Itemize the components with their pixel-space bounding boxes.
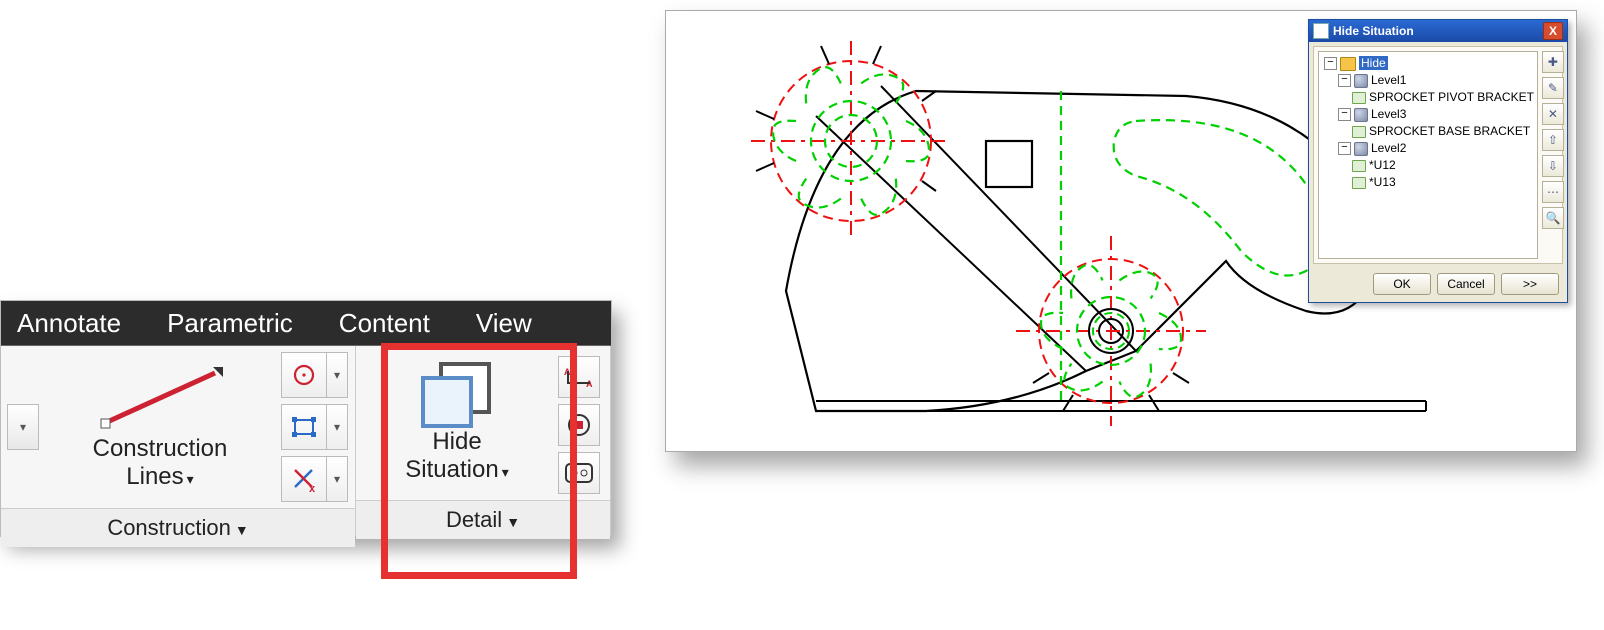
level-icon [1354,74,1368,88]
tab-parametric[interactable]: Parametric [157,308,303,339]
dialog-button-row: OK Cancel >> [1309,268,1567,302]
construction-lines-label-2: Lines [126,463,183,490]
hide-situation-label-2: Situation [405,456,498,483]
dialog-title-text: Hide Situation [1333,24,1414,38]
part-icon [1352,126,1366,138]
tree-item[interactable]: SPROCKET PIVOT BRACKET [1369,90,1534,104]
panel-title-construction-label: Construction [107,515,231,540]
ok-button[interactable]: OK [1373,273,1431,295]
move-down-icon[interactable]: ⇩ [1542,155,1564,177]
ribbon-tabstrip: Annotate Parametric Content View [1,301,611,345]
centerline-circle-button[interactable] [281,352,327,398]
tree-item[interactable]: SPROCKET BASE BRACKET [1369,124,1530,138]
level-icon [1354,142,1368,156]
panel-title-detail[interactable]: Detail▼ [356,500,610,539]
ribbon-fragment: Annotate Parametric Content View ▾ [0,300,612,537]
dialog-app-icon [1313,23,1329,39]
hide-situation-icon [421,362,493,424]
tree-toggle[interactable]: − [1338,74,1351,87]
tree-level[interactable]: Level3 [1371,107,1406,121]
crossed-arrows-button[interactable]: x [281,456,327,502]
part-icon [1352,92,1366,104]
tree-toggle[interactable]: − [1324,57,1337,70]
tab-view[interactable]: View [466,308,542,339]
edit-icon[interactable]: ✎ [1542,77,1564,99]
delete-icon[interactable]: ✕ [1542,103,1564,125]
panel-title-detail-label: Detail [446,507,502,532]
dialog-side-toolbar: ✚ ✎ ✕ ⇧ ⇩ ⋯ 🔍 [1542,51,1564,259]
tree-level[interactable]: Level2 [1371,141,1406,155]
hide-situation-button[interactable]: Hide Situation▾ [362,352,552,494]
new-level-icon[interactable]: ✚ [1542,51,1564,73]
reflection-decoration [665,455,1575,625]
panel-title-construction[interactable]: Construction▼ [1,508,355,547]
viewport-button[interactable] [558,452,600,494]
assign-icon[interactable]: ⋯ [1542,181,1564,203]
tree-level[interactable]: Level1 [1371,73,1406,87]
panel-detail: Hide Situation▾ AA Detai [356,346,611,536]
panel-dropdown[interactable]: ▾ [7,404,39,450]
section-line-button[interactable]: AA [558,356,600,398]
dialog-titlebar[interactable]: Hide Situation X [1309,20,1567,42]
part-icon [1352,160,1366,172]
cancel-button[interactable]: Cancel [1437,273,1495,295]
tab-annotate[interactable]: Annotate [7,308,131,339]
detail-bubble-button[interactable] [558,404,600,446]
construction-lines-button[interactable]: Construction Lines▾ [45,352,275,502]
ribbon-body: ▾ Construction Lines▾ [1,345,611,536]
tree-item[interactable]: *U12 [1369,158,1396,172]
folder-icon [1340,57,1356,71]
close-icon[interactable]: X [1543,22,1563,40]
construction-lines-label-1: Construction [93,435,228,462]
hide-situation-dialog: Hide Situation X −Hide −Level1 SPROCKET … [1308,19,1568,303]
rectangle-nodes-button[interactable] [281,404,327,450]
move-up-icon[interactable]: ⇧ [1542,129,1564,151]
hide-situation-label-1: Hide [432,428,481,455]
level-icon [1354,108,1368,122]
hide-tree[interactable]: −Hide −Level1 SPROCKET PIVOT BRACKET −Le… [1318,51,1538,259]
more-button[interactable]: >> [1501,273,1559,295]
tab-content[interactable]: Content [329,308,440,339]
tree-toggle[interactable]: − [1338,108,1351,121]
svg-text:x: x [309,483,316,493]
tree-root[interactable]: Hide [1359,56,1388,70]
drawing-canvas: Hide Situation X −Hide −Level1 SPROCKET … [665,10,1577,452]
crossed-arrows-dropdown[interactable]: ▾ [327,456,348,502]
rectangle-nodes-dropdown[interactable]: ▾ [327,404,348,450]
centerline-circle-dropdown[interactable]: ▾ [327,352,348,398]
part-icon [1352,177,1366,189]
panel-construction: ▾ Construction Lines▾ [1,346,356,536]
tree-item[interactable]: *U13 [1369,175,1396,189]
find-icon[interactable]: 🔍 [1542,207,1564,229]
tree-toggle[interactable]: − [1338,142,1351,155]
construction-line-icon [95,363,225,433]
